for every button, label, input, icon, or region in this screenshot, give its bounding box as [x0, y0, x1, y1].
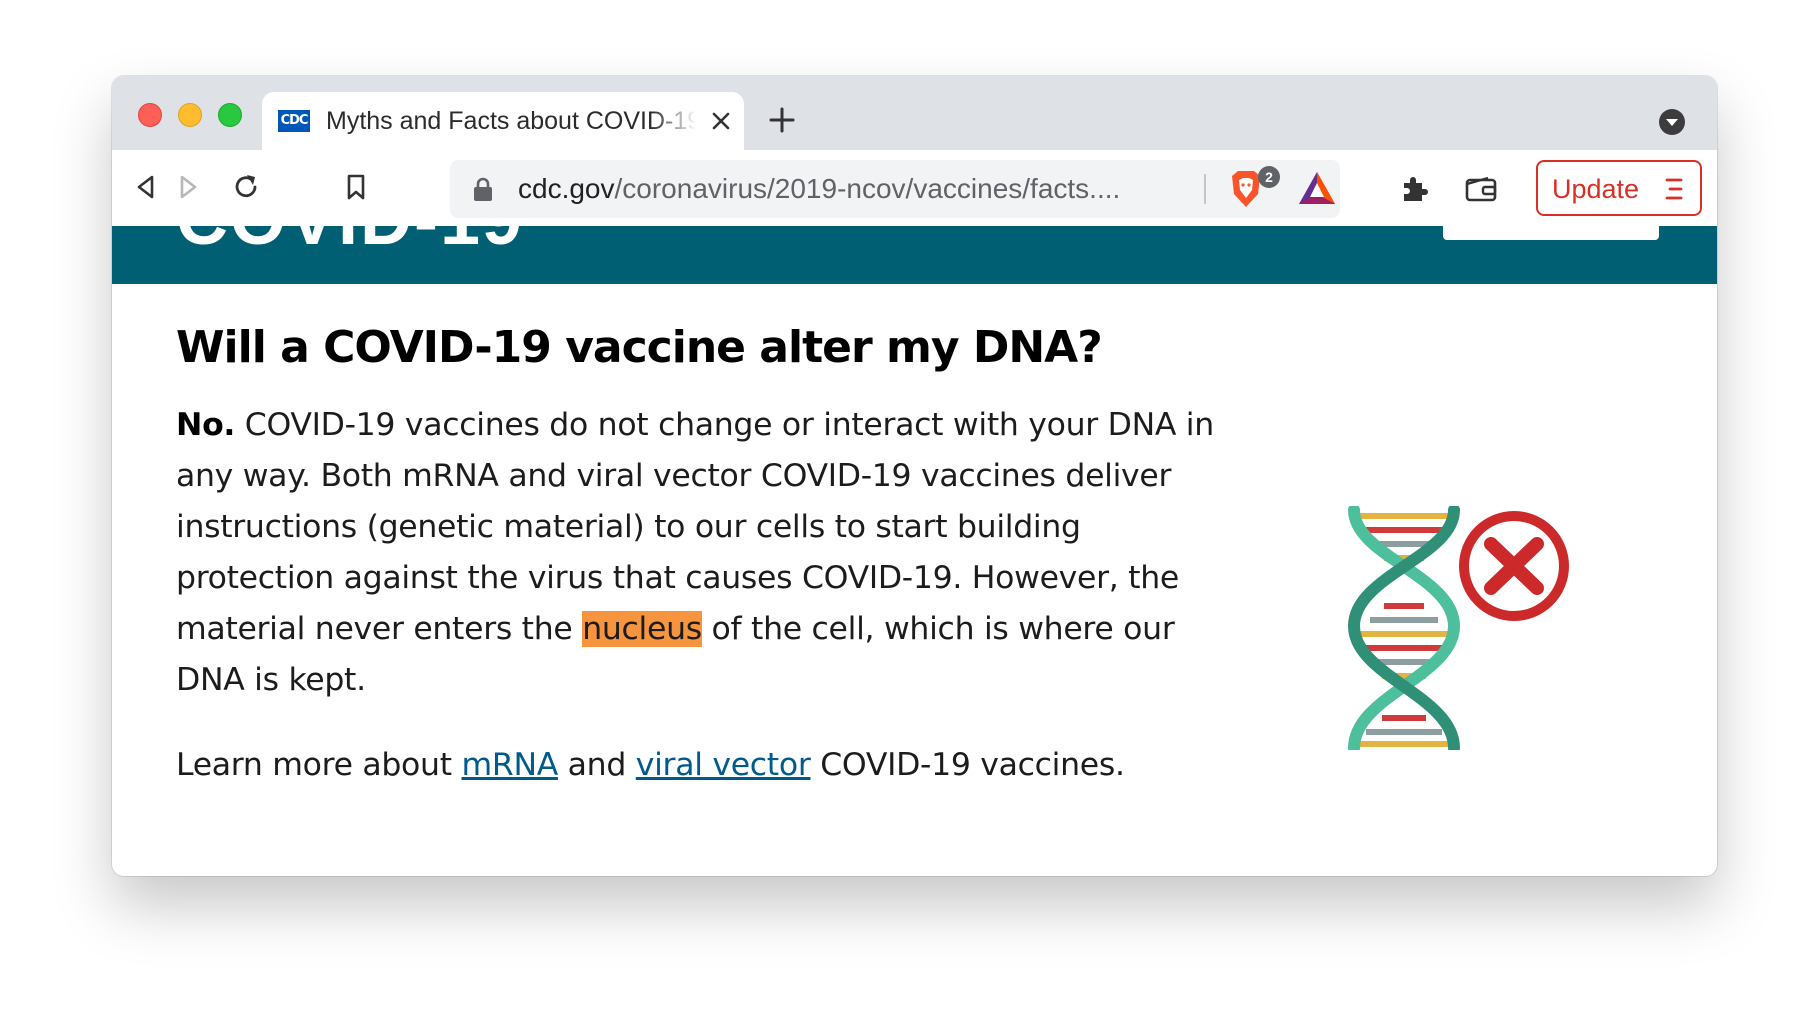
update-button[interactable]: Update: [1536, 160, 1702, 216]
highlighted-word: nucleus: [582, 611, 702, 647]
new-tab-plus-icon[interactable]: [766, 104, 798, 136]
learn-prefix: Learn more about: [176, 747, 462, 783]
menu-icon: [1665, 178, 1683, 200]
reload-icon[interactable]: [228, 169, 264, 205]
mrna-link[interactable]: mRNA: [461, 747, 558, 783]
back-arrow-icon[interactable]: [128, 169, 164, 205]
page-viewport: COVID-19 Will a COVID-19 vaccine alter m…: [112, 226, 1717, 876]
learn-middle: and: [557, 747, 636, 783]
dna-cross-icon: [1347, 506, 1569, 750]
url-path: /coronavirus/2019-ncov/vaccines/facts...…: [614, 173, 1121, 204]
minimize-window-button[interactable]: [178, 103, 202, 127]
address-bar[interactable]: cdc.gov/coronavirus/2019-ncov/vaccines/f…: [450, 160, 1340, 218]
tab-active[interactable]: CDC Myths and Facts about COVID-19 Vacci…: [262, 92, 744, 150]
shield-count-badge: 2: [1258, 166, 1280, 188]
forward-arrow-icon[interactable]: [170, 169, 206, 205]
puzzle-icon[interactable]: [1399, 172, 1431, 204]
bat-rewards-icon[interactable]: [1298, 170, 1336, 206]
answer-lead: No.: [176, 407, 236, 443]
update-label: Update: [1552, 174, 1640, 204]
lock-icon[interactable]: [472, 176, 494, 202]
close-tab-icon[interactable]: [706, 106, 736, 136]
tab-search-dropdown-icon[interactable]: [1658, 108, 1686, 136]
site-banner: COVID-19: [112, 226, 1717, 284]
banner-title: COVID-19: [176, 226, 524, 260]
bookmark-icon[interactable]: [338, 169, 374, 205]
url-text[interactable]: cdc.gov/coronavirus/2019-ncov/vaccines/f…: [518, 172, 1121, 206]
browser-window: CDC Myths and Facts about COVID-19 Vacci…: [112, 76, 1717, 876]
tab-title: Myths and Facts about COVID-19 Vaccines: [326, 107, 696, 135]
omnibox-divider: [1204, 174, 1206, 204]
cdc-favicon-icon: CDC: [278, 110, 310, 132]
learn-more-paragraph: Learn more about mRNA and viral vector C…: [176, 740, 1276, 791]
tab-bar: CDC Myths and Facts about COVID-19 Vacci…: [112, 76, 1717, 150]
maximize-window-button[interactable]: [218, 103, 242, 127]
banner-search-box[interactable]: [1443, 226, 1659, 240]
viral-vector-link[interactable]: viral vector: [636, 747, 811, 783]
learn-suffix: COVID-19 vaccines.: [810, 747, 1125, 783]
close-window-button[interactable]: [138, 103, 162, 127]
question-heading: Will a COVID-19 vaccine alter my DNA?: [176, 322, 1103, 373]
wallet-icon[interactable]: [1464, 174, 1498, 204]
url-domain: cdc.gov: [518, 173, 615, 204]
toolbar: cdc.gov/coronavirus/2019-ncov/vaccines/f…: [112, 150, 1717, 226]
answer-paragraph: No. COVID-19 vaccines do not change or i…: [176, 400, 1236, 706]
